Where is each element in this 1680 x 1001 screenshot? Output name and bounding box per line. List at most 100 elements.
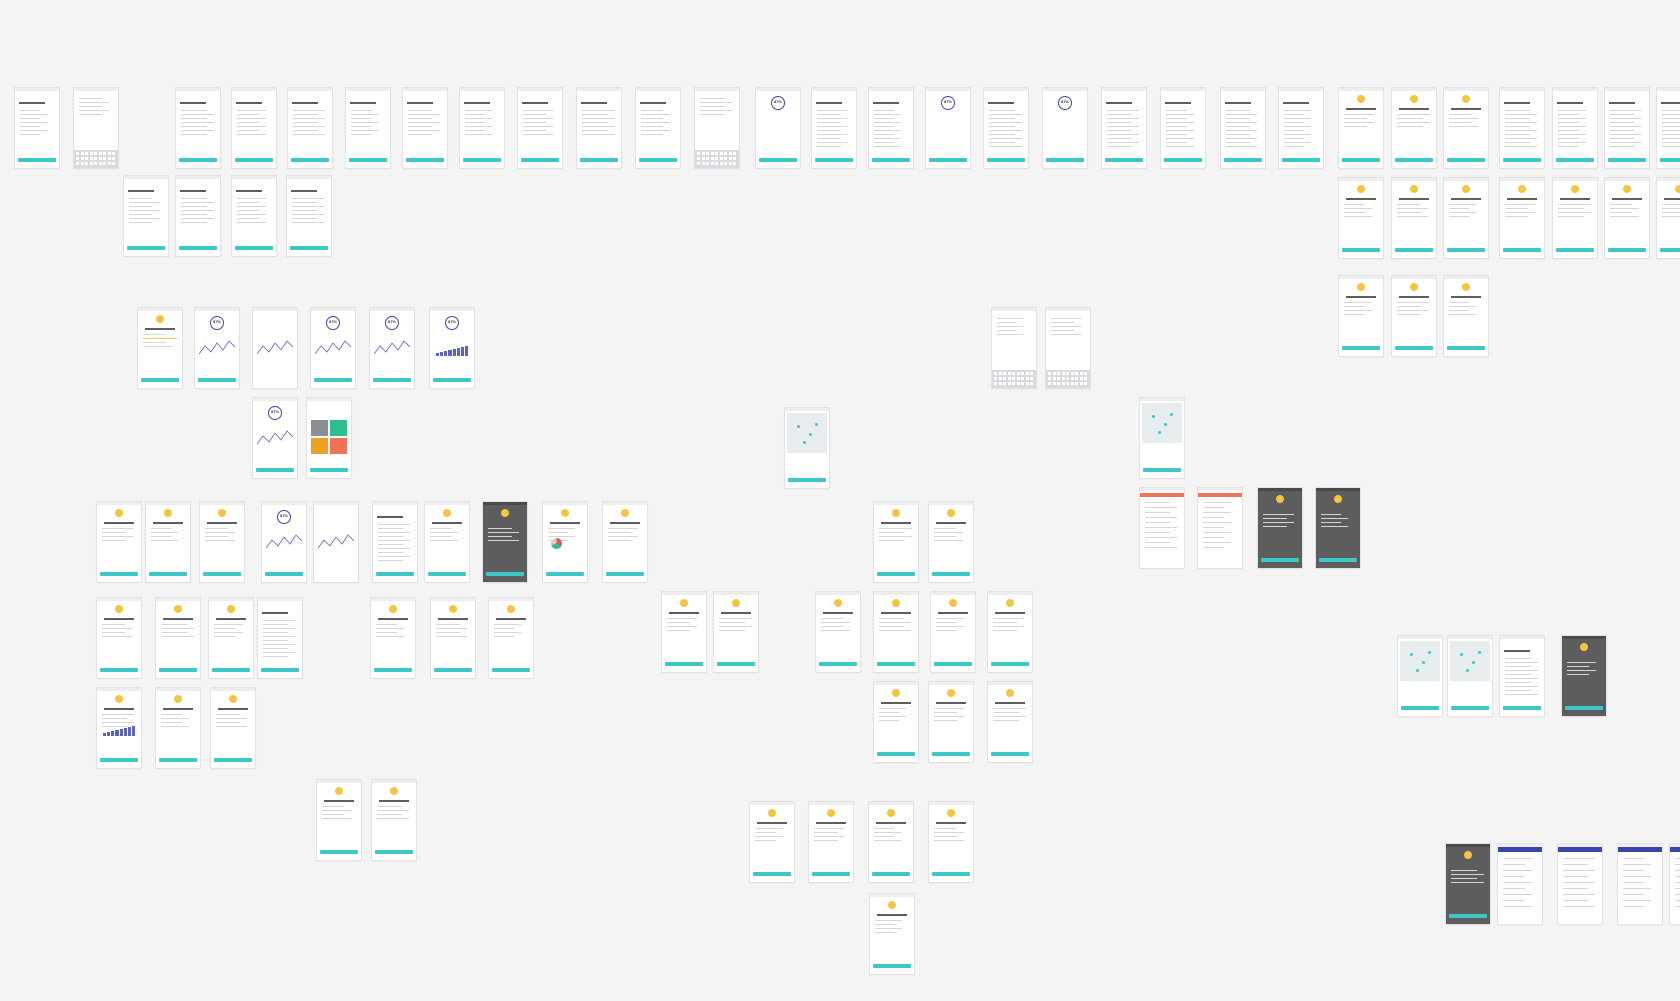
artboard-list[interactable] (258, 598, 302, 678)
primary-button[interactable] (991, 752, 1029, 756)
artboard-ring[interactable]: 87% (1043, 88, 1087, 168)
primary-button[interactable] (1395, 158, 1433, 162)
key[interactable] (733, 152, 736, 155)
artboard-ring-line[interactable]: 87% (262, 502, 306, 582)
key[interactable] (1070, 372, 1074, 375)
key[interactable] (1079, 372, 1083, 375)
key[interactable] (1061, 372, 1065, 375)
key[interactable] (76, 157, 79, 160)
key[interactable] (1007, 382, 1011, 385)
primary-button[interactable] (1447, 158, 1485, 162)
key[interactable] (1016, 372, 1020, 375)
artboard-dark[interactable] (1446, 844, 1490, 924)
key[interactable] (994, 372, 997, 375)
keyboard[interactable] (1046, 370, 1090, 388)
artboard-emoji[interactable] (425, 502, 469, 582)
primary-button[interactable] (1342, 158, 1380, 162)
primary-button[interactable] (290, 246, 328, 250)
slider-track[interactable] (143, 338, 177, 339)
artboard-text[interactable] (287, 176, 331, 256)
map-pin-icon[interactable] (815, 423, 818, 426)
key[interactable] (80, 162, 84, 165)
primary-button[interactable] (1342, 346, 1380, 350)
key[interactable] (1066, 377, 1069, 380)
key[interactable] (1057, 377, 1060, 380)
keyboard[interactable] (74, 150, 118, 168)
key[interactable] (112, 152, 115, 155)
primary-button[interactable] (1608, 248, 1646, 252)
artboard-list[interactable] (984, 88, 1028, 168)
artboard-line[interactable] (314, 502, 358, 582)
primary-button[interactable] (877, 662, 915, 666)
artboard-text[interactable] (346, 88, 390, 168)
primary-button[interactable] (373, 378, 411, 382)
primary-button[interactable] (100, 758, 138, 762)
artboard-text[interactable] (288, 88, 332, 168)
artboard-ring-line[interactable]: 87% (370, 308, 414, 388)
artboard-ring-line[interactable]: 87% (253, 398, 297, 478)
map-view[interactable] (1142, 403, 1182, 443)
primary-button[interactable] (374, 668, 412, 672)
primary-button[interactable] (932, 752, 970, 756)
primary-button[interactable] (235, 158, 273, 162)
primary-button[interactable] (717, 662, 755, 666)
key[interactable] (733, 157, 736, 160)
artboard-text[interactable] (403, 88, 447, 168)
artboard-icon[interactable] (1392, 88, 1436, 168)
artboard-navlist[interactable] (1498, 844, 1542, 924)
primary-button[interactable] (1660, 248, 1680, 252)
key[interactable] (1084, 377, 1087, 380)
key[interactable] (89, 152, 93, 155)
key[interactable] (1075, 372, 1078, 375)
primary-button[interactable] (100, 572, 138, 576)
primary-button[interactable] (1261, 558, 1299, 562)
primary-button[interactable] (639, 158, 677, 162)
key[interactable] (98, 157, 102, 160)
primary-button[interactable] (877, 572, 915, 576)
key[interactable] (1012, 372, 1015, 375)
artboard-emoji[interactable] (750, 802, 794, 882)
key[interactable] (998, 372, 1002, 375)
primary-button[interactable] (1342, 248, 1380, 252)
primary-button[interactable] (1556, 158, 1594, 162)
artboard-emoji[interactable] (317, 780, 361, 860)
key[interactable] (724, 152, 727, 155)
artboard-emoji[interactable] (988, 592, 1032, 672)
artboard-emoji[interactable] (1605, 178, 1649, 258)
artboard-emoji[interactable] (1444, 276, 1488, 356)
artboard-keyboard[interactable] (695, 88, 739, 168)
artboard-list[interactable] (1102, 88, 1146, 168)
artboard-tiles[interactable] (307, 398, 351, 478)
artboard-emoji-bars[interactable] (97, 688, 141, 768)
primary-button[interactable] (314, 378, 352, 382)
key[interactable] (80, 157, 84, 160)
artboard-emoji-pie[interactable] (543, 502, 587, 582)
key[interactable] (1016, 377, 1020, 380)
artboard-ring-line[interactable]: 87% (311, 308, 355, 388)
artboard-text[interactable] (636, 88, 680, 168)
artboard-list[interactable] (1500, 636, 1544, 716)
artboard-navlist[interactable] (1558, 844, 1602, 924)
key[interactable] (1070, 377, 1074, 380)
primary-button[interactable] (872, 158, 910, 162)
artboard-emoji[interactable] (1657, 178, 1680, 258)
primary-button[interactable] (1503, 706, 1541, 710)
artboard-emoji[interactable] (603, 502, 647, 582)
key[interactable] (85, 162, 88, 165)
artboard-emoji[interactable] (97, 598, 141, 678)
key[interactable] (107, 162, 111, 165)
map-pin-icon[interactable] (1466, 669, 1469, 672)
key[interactable] (1025, 377, 1029, 380)
primary-button[interactable] (1565, 706, 1603, 710)
tile[interactable] (330, 420, 347, 436)
key[interactable] (103, 152, 106, 155)
artboard-ring-line[interactable]: 87% (195, 308, 239, 388)
primary-button[interactable] (1143, 468, 1181, 472)
key[interactable] (1025, 382, 1029, 385)
artboard-onboard[interactable] (1500, 88, 1544, 168)
primary-button[interactable] (141, 378, 179, 382)
artboard-emoji[interactable] (869, 802, 913, 882)
key[interactable] (1021, 382, 1024, 385)
key[interactable] (1084, 382, 1087, 385)
map-pin-icon[interactable] (803, 441, 806, 444)
